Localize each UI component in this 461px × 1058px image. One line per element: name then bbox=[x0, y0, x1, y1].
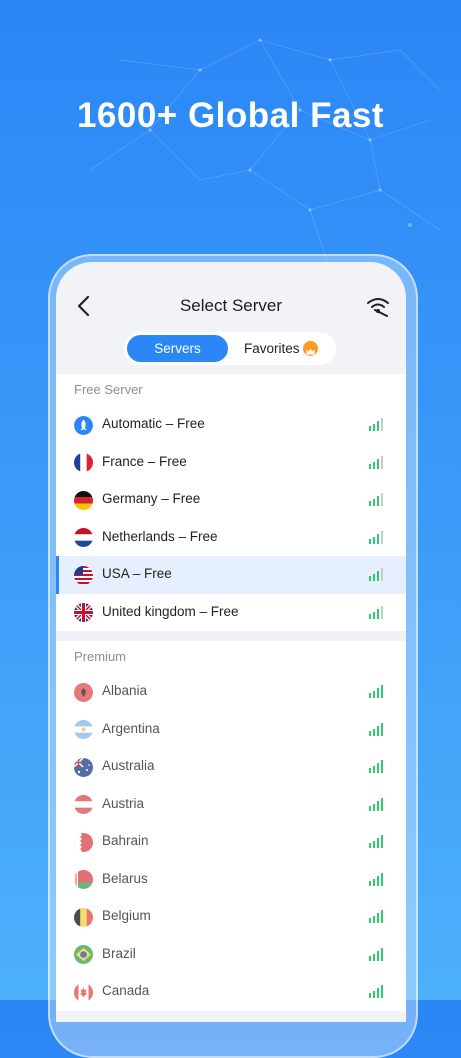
signal-strength-icon bbox=[369, 835, 383, 848]
signal-strength-icon bbox=[369, 985, 383, 998]
app-screen: Select Server Servers Favorites Free Ser… bbox=[56, 262, 406, 1022]
server-row-belarus[interactable]: Belarus bbox=[56, 861, 406, 899]
server-label: Automatic – Free bbox=[102, 416, 205, 431]
server-row-albania[interactable]: Albania bbox=[56, 673, 406, 711]
section-divider bbox=[56, 631, 406, 641]
tab-favorites[interactable]: Favorites bbox=[232, 335, 336, 362]
usa-flag-icon bbox=[74, 565, 93, 585]
server-row-usa[interactable]: USA – Free bbox=[56, 556, 406, 594]
tab-servers[interactable]: Servers bbox=[127, 335, 228, 362]
germany-flag-icon bbox=[74, 490, 93, 510]
signal-strength-icon bbox=[369, 872, 383, 886]
signal-strength-icon bbox=[369, 910, 383, 923]
signal-strength-icon bbox=[369, 418, 383, 431]
server-row-netherlands[interactable]: Netherlands – Free bbox=[56, 519, 406, 557]
server-label: USA – Free bbox=[102, 566, 172, 581]
australia-flag-icon bbox=[74, 757, 93, 777]
server-row-bahrain[interactable]: Bahrain bbox=[56, 823, 406, 861]
signal-strength-icon bbox=[369, 530, 383, 544]
rocket-icon bbox=[74, 415, 93, 435]
server-label: Austria bbox=[102, 795, 145, 811]
netherlands-flag-icon bbox=[74, 528, 93, 547]
austria-flag-icon bbox=[74, 795, 93, 814]
server-label: Australia bbox=[102, 758, 155, 773]
server-row-france[interactable]: France – Free bbox=[56, 444, 406, 482]
server-tabs: Servers Favorites bbox=[124, 332, 336, 365]
server-label: Belgium bbox=[102, 908, 151, 923]
albania-flag-icon bbox=[74, 682, 93, 702]
signal-strength-icon bbox=[369, 605, 383, 619]
tab-favorites-label: Favorites bbox=[244, 341, 300, 356]
signal-strength-icon bbox=[369, 568, 383, 581]
belarus-flag-icon bbox=[74, 870, 93, 889]
premium-section-title: Premium bbox=[74, 649, 127, 664]
uk-flag-icon bbox=[74, 603, 93, 622]
server-label: Brazil bbox=[102, 945, 136, 961]
signal-strength-icon bbox=[369, 797, 383, 811]
signal-strength-icon bbox=[369, 685, 383, 698]
promo-headline: 1600+ Global Fast bbox=[76, 96, 385, 135]
server-row-australia[interactable]: Australia bbox=[56, 748, 406, 786]
top-bar: Select Server Servers Favorites bbox=[56, 262, 406, 374]
france-flag-icon bbox=[74, 453, 93, 472]
crown-icon bbox=[303, 341, 318, 356]
premium-server-section: Premium Albania Argentina Australia Aust… bbox=[56, 641, 406, 1011]
server-row-united-kingdom[interactable]: United kingdom – Free bbox=[56, 594, 406, 632]
server-label: United kingdom – Free bbox=[102, 603, 239, 619]
free-server-section: Free Server Automatic – Free France – Fr… bbox=[56, 374, 406, 631]
bahrain-flag-icon bbox=[74, 832, 93, 852]
page-title: Select Server bbox=[179, 296, 283, 315]
server-row-austria[interactable]: Austria bbox=[56, 786, 406, 824]
server-label: Belarus bbox=[102, 870, 148, 886]
signal-strength-icon bbox=[369, 455, 383, 469]
server-row-brazil[interactable]: Brazil bbox=[56, 936, 406, 974]
server-label: Albania bbox=[102, 683, 148, 698]
server-row-automatic[interactable]: Automatic – Free bbox=[56, 406, 406, 444]
signal-strength-icon bbox=[369, 722, 383, 736]
signal-strength-icon bbox=[369, 493, 383, 506]
signal-strength-icon bbox=[369, 947, 383, 961]
server-row-belgium[interactable]: Belgium bbox=[56, 898, 406, 936]
server-row-canada[interactable]: Canada bbox=[56, 973, 406, 1011]
server-label: Bahrain bbox=[102, 833, 149, 848]
free-section-title: Free Server bbox=[74, 382, 143, 397]
canada-flag-icon bbox=[74, 982, 93, 1002]
server-label: Netherlands – Free bbox=[102, 528, 218, 544]
server-row-germany[interactable]: Germany – Free bbox=[56, 481, 406, 519]
server-label: Argentina bbox=[102, 720, 160, 736]
server-row-argentina[interactable]: Argentina bbox=[56, 711, 406, 749]
argentina-flag-icon bbox=[74, 720, 93, 739]
brazil-flag-icon bbox=[74, 945, 93, 964]
belgium-flag-icon bbox=[74, 907, 93, 927]
wifi-test-icon[interactable] bbox=[366, 295, 390, 317]
server-label: France – Free bbox=[102, 453, 187, 469]
signal-strength-icon bbox=[369, 760, 383, 773]
server-label: Germany – Free bbox=[102, 491, 201, 506]
server-label: Canada bbox=[102, 983, 150, 998]
